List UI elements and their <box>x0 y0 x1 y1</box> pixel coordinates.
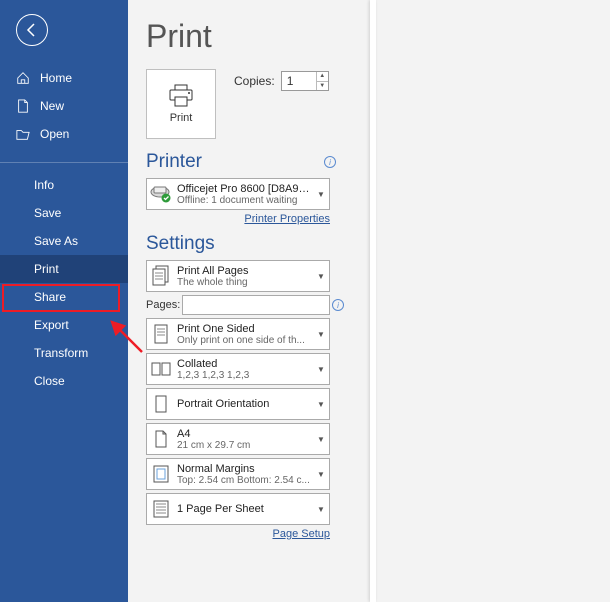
setting-paper-size[interactable]: A421 cm x 29.7 cm ▼ <box>146 423 330 455</box>
page-blank-icon <box>154 430 168 448</box>
spin-down-icon[interactable]: ▼ <box>317 82 328 91</box>
back-arrow-icon <box>24 22 40 38</box>
portrait-icon <box>154 395 168 413</box>
sidebar-item-info[interactable]: Info <box>0 171 128 199</box>
sidebar-item-label: Transform <box>34 346 88 360</box>
chevron-down-icon: ▼ <box>313 330 329 339</box>
collated-icon <box>151 360 171 378</box>
setting-print-range[interactable]: Print All PagesThe whole thing ▼ <box>146 260 330 292</box>
back-button[interactable] <box>16 14 48 46</box>
setting-orientation[interactable]: Portrait Orientation ▼ <box>146 388 330 420</box>
pages-label: Pages: <box>146 299 180 311</box>
spin-up-icon[interactable]: ▲ <box>317 72 328 82</box>
printer-heading: Printer <box>146 151 202 173</box>
sidebar-item-label: Export <box>34 318 69 332</box>
pages-input[interactable] <box>182 295 330 315</box>
chevron-down-icon: ▼ <box>313 365 329 374</box>
chevron-down-icon: ▼ <box>313 400 329 409</box>
printer-dropdown[interactable]: Officejet Pro 8600 [D8A926] Offline: 1 d… <box>146 178 330 210</box>
sidebar-item-label: Open <box>40 127 69 141</box>
page-per-icon <box>153 500 169 518</box>
sidebar-item-new[interactable]: New <box>0 92 128 120</box>
setting-sides[interactable]: Print One SidedOnly print on one side of… <box>146 318 330 350</box>
copies-value: 1 <box>287 74 294 88</box>
page-setup-link[interactable]: Page Setup <box>273 528 331 540</box>
copies-input[interactable]: 1 ▲ ▼ <box>281 71 329 91</box>
copies-label: Copies: <box>234 74 275 88</box>
margins-icon <box>153 465 169 483</box>
print-panel: Print Print Copies: 1 ▲ ▼ Printer i <box>128 0 610 602</box>
sidebar-divider <box>0 162 128 163</box>
sidebar-item-label: Print <box>34 262 59 276</box>
chevron-down-icon: ▼ <box>313 470 329 479</box>
chevron-down-icon: ▼ <box>313 190 329 199</box>
sidebar-item-print[interactable]: Print <box>0 255 128 283</box>
printer-status: Offline: 1 document waiting <box>177 195 311 206</box>
sidebar-item-transform[interactable]: Transform <box>0 339 128 367</box>
page-title: Print <box>146 18 610 55</box>
printer-name: Officejet Pro 8600 [D8A926] <box>177 183 311 195</box>
sidebar-item-label: Share <box>34 290 66 304</box>
sidebar-item-label: Save <box>34 206 61 220</box>
sidebar-item-close[interactable]: Close <box>0 367 128 395</box>
sidebar-item-label: Info <box>34 178 54 192</box>
printer-status-icon <box>150 185 172 203</box>
copies-spinner[interactable]: ▲ ▼ <box>316 72 328 90</box>
pages-all-icon <box>152 265 170 287</box>
sidebar-item-share[interactable]: Share <box>0 283 128 311</box>
file-icon <box>16 99 30 113</box>
info-icon[interactable]: i <box>324 156 336 168</box>
preview-divider <box>370 0 376 602</box>
sidebar-item-save[interactable]: Save <box>0 199 128 227</box>
print-button-label: Print <box>170 112 193 124</box>
chevron-down-icon: ▼ <box>313 272 329 281</box>
setting-pages-per-sheet[interactable]: 1 Page Per Sheet ▼ <box>146 493 330 525</box>
sidebar-item-label: Close <box>34 374 65 388</box>
sidebar-item-open[interactable]: Open <box>0 120 128 148</box>
folder-open-icon <box>16 127 30 141</box>
home-icon <box>16 71 30 85</box>
printer-properties-link[interactable]: Printer Properties <box>244 213 330 225</box>
info-icon[interactable]: i <box>332 299 344 311</box>
sidebar-item-saveas[interactable]: Save As <box>0 227 128 255</box>
settings-heading: Settings <box>146 233 215 255</box>
setting-collation[interactable]: Collated1,2,3 1,2,3 1,2,3 ▼ <box>146 353 330 385</box>
sidebar-item-label: Home <box>40 71 72 85</box>
setting-margins[interactable]: Normal MarginsTop: 2.54 cm Bottom: 2.54 … <box>146 458 330 490</box>
page-one-icon <box>153 324 169 344</box>
sidebar-item-export[interactable]: Export <box>0 311 128 339</box>
sidebar-item-label: New <box>40 99 64 113</box>
sidebar-item-home[interactable]: Home <box>0 64 128 92</box>
chevron-down-icon: ▼ <box>313 435 329 444</box>
backstage-sidebar: Home New Open Info Save Save As Print Sh… <box>0 0 128 602</box>
printer-icon <box>167 84 195 108</box>
chevron-down-icon: ▼ <box>313 505 329 514</box>
sidebar-item-label: Save As <box>34 234 78 248</box>
print-button[interactable]: Print <box>146 69 216 139</box>
